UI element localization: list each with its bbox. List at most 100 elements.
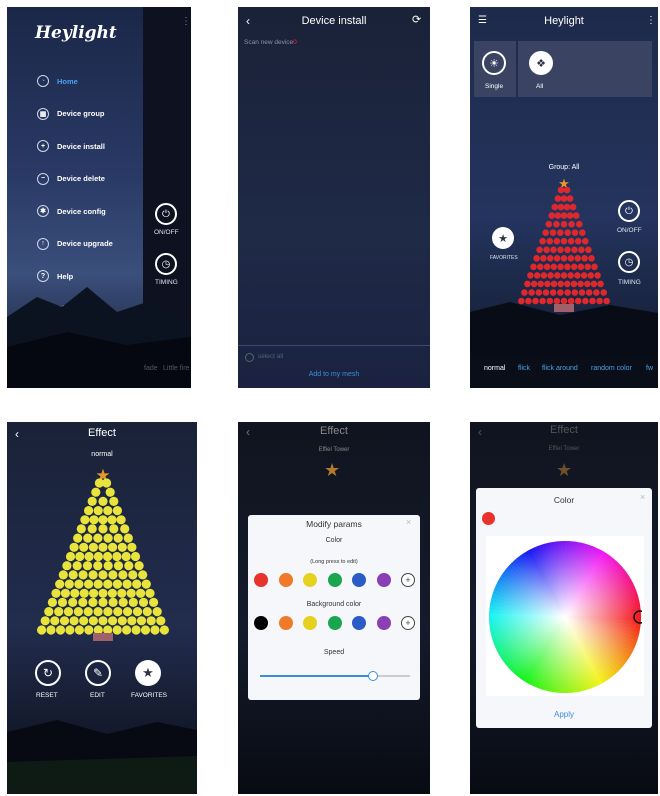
menu-item-device-group[interactable]: ▦ Device group: [37, 107, 105, 120]
menu-item-device-install[interactable]: + Device install: [37, 140, 105, 152]
color-swatch[interactable]: [303, 616, 317, 630]
add-color-icon[interactable]: +: [401, 573, 415, 587]
tab-flick-around[interactable]: flick around: [542, 365, 578, 372]
light-bulb: [132, 607, 143, 617]
tab-little-fire[interactable]: Little fire: [163, 365, 189, 372]
color-swatch[interactable]: [376, 573, 391, 587]
light-bulb: [557, 289, 564, 296]
light-bulb: [553, 237, 561, 245]
menu-item-device-delete[interactable]: − Device delete: [37, 172, 105, 185]
light-bulb: [118, 597, 128, 607]
light-bulb: [122, 579, 132, 589]
light-bulb: [87, 524, 97, 534]
light-bulb: [103, 506, 113, 516]
favorites-button[interactable]: ★: [135, 660, 161, 686]
tab-random-color[interactable]: random color: [591, 365, 632, 372]
color-swatch[interactable]: [254, 616, 268, 630]
color-swatch[interactable]: [278, 616, 293, 630]
tab-normal[interactable]: normal: [484, 365, 505, 372]
color-swatch[interactable]: [376, 616, 391, 630]
speed-slider-handle[interactable]: [367, 671, 378, 681]
menu-item-device-upgrade[interactable]: ↑ Device upgrade: [37, 237, 113, 250]
color-swatch[interactable]: [327, 573, 342, 587]
dialog-title: Modify params: [306, 519, 362, 529]
light-bulb: [69, 542, 79, 552]
color-swatch[interactable]: [352, 573, 366, 587]
tab-fade[interactable]: fade: [144, 365, 158, 372]
clock-icon[interactable]: ◷: [155, 253, 177, 275]
light-bulb: [145, 588, 155, 598]
edit-icon[interactable]: ✎: [85, 660, 111, 686]
logo: Heylight: [35, 23, 117, 43]
light-bulb: [103, 607, 113, 617]
light-bulb: [576, 220, 583, 228]
light-bulb: [580, 272, 588, 279]
light-bulb: [557, 280, 564, 288]
light-bulb: [64, 579, 74, 589]
power-icon[interactable]: ⏻: [618, 200, 640, 222]
light-bulb: [72, 561, 82, 571]
color-swatches: +: [254, 572, 415, 588]
add-icon: +: [37, 140, 49, 152]
light-bulb: [138, 570, 148, 580]
light-bulb: [89, 515, 99, 525]
more-icon[interactable]: ⋮: [181, 17, 191, 27]
add-to-mesh-button[interactable]: Add to my mesh: [238, 371, 430, 378]
screen-device-install: ‹ Device install ⟳ Scan new device0 sele…: [238, 7, 430, 388]
color-swatch[interactable]: [352, 616, 366, 630]
color-swatch[interactable]: [278, 573, 293, 587]
refresh-icon[interactable]: ⟳: [412, 15, 421, 26]
light-bulb: [84, 579, 94, 589]
reset-icon[interactable]: ↻: [35, 660, 61, 686]
light-bulb: [149, 597, 159, 607]
light-bulb: [113, 561, 124, 571]
light-bulb: [550, 280, 558, 288]
app-title: Heylight: [544, 15, 584, 27]
clock-icon[interactable]: ◷: [618, 251, 640, 273]
light-bulb: [105, 487, 115, 497]
add-color-icon[interactable]: +: [401, 616, 415, 630]
effect-tabs-bar: [470, 357, 658, 388]
power-icon[interactable]: ⏻: [155, 203, 177, 225]
light-bulb: [127, 616, 137, 626]
light-bulb: [551, 203, 559, 211]
light-bulb: [73, 607, 83, 617]
light-bulb: [76, 524, 86, 534]
tab-fw[interactable]: fw: [646, 365, 653, 372]
more-icon[interactable]: ⋮: [646, 16, 656, 26]
light-bulb: [542, 289, 550, 296]
color-swatch[interactable]: [327, 616, 342, 630]
color-swatch[interactable]: [254, 573, 268, 587]
close-icon[interactable]: ×: [406, 517, 411, 527]
tab-flick[interactable]: flick: [518, 365, 530, 372]
light-bulb: [131, 625, 141, 635]
apply-button[interactable]: Apply: [476, 710, 652, 719]
light-bulb: [136, 588, 146, 598]
favorites-label: FAVORITES: [490, 255, 518, 261]
light-bulb: [567, 237, 575, 245]
menu-item-home[interactable]: ◔ Home: [37, 75, 78, 87]
light-bulb: [124, 561, 134, 571]
light-bulb: [132, 579, 142, 589]
scan-status: Scan new device0: [244, 39, 297, 46]
light-bulb: [127, 542, 137, 552]
light-bulb: [557, 263, 564, 271]
select-all-checkbox[interactable]: [245, 353, 254, 362]
light-bulb: [82, 561, 93, 571]
color-label: Color: [325, 537, 343, 544]
favorites-button[interactable]: ★: [492, 227, 514, 249]
light-bulb: [134, 561, 144, 571]
light-bulb: [46, 625, 56, 635]
close-icon[interactable]: ×: [640, 492, 645, 502]
color-swatch[interactable]: [303, 573, 317, 587]
gear-icon: ✱: [37, 205, 49, 217]
light-bulb: [68, 570, 78, 580]
light-bulb: [103, 579, 113, 589]
light-bulb: [40, 616, 50, 626]
hint-label: (Long press to edit): [310, 559, 358, 565]
page-title: Effect: [320, 425, 348, 437]
color-wheel[interactable]: [488, 540, 642, 694]
menu-item-device-config[interactable]: ✱ Device config: [37, 205, 106, 217]
bg-color-label: Background color: [306, 601, 362, 608]
light-bulb: [122, 625, 132, 635]
